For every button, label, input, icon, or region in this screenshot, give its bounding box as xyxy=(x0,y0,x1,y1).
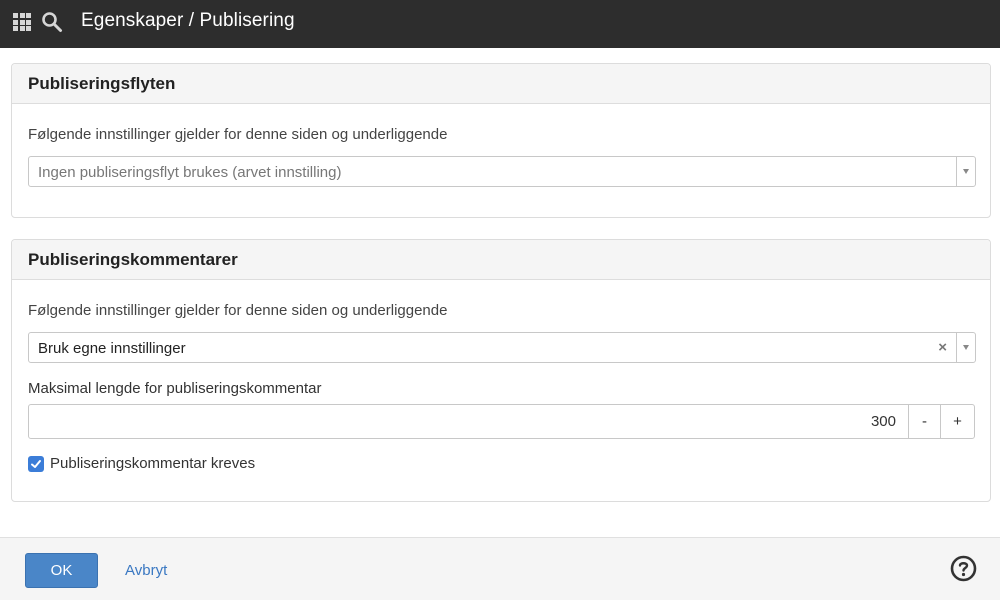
panel-description: Følgende innstillinger gjelder for denne… xyxy=(28,126,448,143)
help-icon[interactable] xyxy=(950,555,977,582)
clear-icon[interactable]: × xyxy=(938,339,947,356)
apps-grid-icon[interactable] xyxy=(13,13,31,31)
select-value: Ingen publiseringsflyt brukes (arvet inn… xyxy=(38,164,342,181)
panel-title: Publiseringsflyten xyxy=(12,64,990,104)
max-length-stepper: 300 - + xyxy=(28,404,975,439)
checkmark-icon xyxy=(31,459,41,468)
dialog-footer: OK Avbryt xyxy=(0,537,1000,600)
ok-button[interactable]: OK xyxy=(25,553,98,588)
publishing-comments-select[interactable]: Bruk egne innstillinger × xyxy=(28,332,976,363)
page-title: Egenskaper / Publisering xyxy=(81,10,295,31)
comment-required-checkbox[interactable] xyxy=(28,455,44,472)
chevron-down-icon[interactable] xyxy=(956,333,975,362)
select-value: Bruk egne innstillinger xyxy=(38,340,186,357)
top-bar: Egenskaper / Publisering xyxy=(0,0,1000,48)
decrement-button[interactable]: - xyxy=(908,405,940,438)
max-length-label: Maksimal lengde for publiseringskommenta… xyxy=(28,380,322,397)
publishing-comments-panel: Publiseringskommentarer Følgende innstil… xyxy=(11,239,991,502)
dialog-content: Publiseringsflyten Følgende innstillinge… xyxy=(0,48,1000,537)
increment-button[interactable]: + xyxy=(940,405,974,438)
comment-required-label[interactable]: Publiseringskommentar kreves xyxy=(50,455,255,472)
panel-description: Følgende innstillinger gjelder for denne… xyxy=(28,302,448,319)
comment-required-row: Publiseringskommentar kreves xyxy=(28,455,255,472)
panel-title: Publiseringskommentarer xyxy=(12,240,990,280)
chevron-down-icon[interactable] xyxy=(956,157,975,186)
publishing-flow-panel: Publiseringsflyten Følgende innstillinge… xyxy=(11,63,991,218)
publishing-flow-select[interactable]: Ingen publiseringsflyt brukes (arvet inn… xyxy=(28,156,976,187)
search-icon[interactable] xyxy=(41,11,63,33)
max-length-input[interactable]: 300 xyxy=(29,405,908,438)
cancel-link[interactable]: Avbryt xyxy=(125,562,167,579)
